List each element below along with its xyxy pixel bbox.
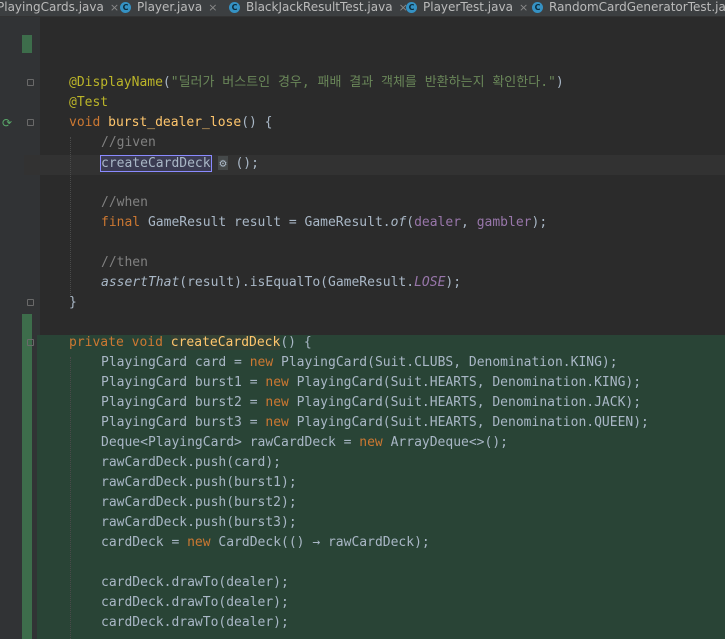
editor-tab-bar: PlayingCards.java × C Player.java × C BlackJ… — [0, 0, 725, 17]
code-line-draw: cardDeck.drawTo(dealer); — [101, 615, 289, 630]
code-line-display-name: @DisplayName("딜러가 버스트인 경우, 패배 결과 객체를 반환하… — [69, 75, 564, 90]
java-class-icon: C — [120, 2, 131, 13]
close-icon[interactable]: × — [110, 1, 119, 14]
code-line-push-burst2: rawCardDeck.push(burst2); — [101, 495, 297, 510]
java-class-icon: C — [229, 2, 240, 13]
code-line-push-card: rawCardDeck.push(card); — [101, 455, 282, 470]
tab-randomcardgeneratortest[interactable]: C RandomCardGeneratorTest.java — [532, 0, 725, 16]
code-line-test-annotation: @Test — [69, 95, 109, 110]
code-line-burst3: PlayingCard burst3 = new PlayingCard(Sui… — [101, 415, 649, 430]
code-line-burst1: PlayingCard burst1 = new PlayingCard(Sui… — [101, 375, 642, 390]
tab-blackjackresulttest[interactable]: C BlackJackResultTest.java × — [229, 0, 408, 16]
close-icon[interactable]: × — [519, 1, 528, 14]
code-line-close-brace: } — [69, 295, 77, 310]
indent-guide — [70, 357, 71, 639]
fold-icon[interactable] — [27, 119, 34, 126]
fold-icon[interactable] — [27, 339, 34, 346]
gear-icon[interactable]: ⚙ — [218, 156, 228, 170]
tab-playertest[interactable]: C PlayerTest.java × — [406, 0, 528, 16]
code-line-draw: cardDeck.drawTo(dealer); — [101, 575, 289, 590]
fold-icon[interactable] — [27, 299, 34, 306]
tab-playingcards[interactable]: PlayingCards.java × — [0, 0, 119, 16]
indent-guide — [70, 137, 71, 297]
code-line-create-call: createCardDeck ⚙ (); — [100, 155, 259, 172]
code-line-private-decl: private void createCardDeck() { — [69, 335, 312, 350]
tab-player[interactable]: C Player.java × — [120, 0, 217, 16]
java-class-icon: C — [532, 2, 543, 13]
change-marker — [22, 35, 32, 53]
code-line-assert: assertThat(result).isEqualTo(GameResult.… — [101, 275, 462, 290]
code-line-push-burst3: rawCardDeck.push(burst3); — [101, 515, 297, 530]
code-line-card: PlayingCard card = new PlayingCard(Suit.… — [101, 355, 618, 370]
code-line-draw: cardDeck.drawTo(dealer); — [101, 595, 289, 610]
inline-rename-box[interactable]: createCardDeck — [100, 155, 212, 172]
code-line-burst2: PlayingCard burst2 = new PlayingCard(Sui… — [101, 395, 642, 410]
java-class-icon: C — [406, 2, 417, 13]
code-line-push-burst1: rawCardDeck.push(burst1); — [101, 475, 297, 490]
code-line-given-comment: //given — [101, 135, 156, 150]
code-line-result-stmt: final GameResult result = GameResult.of(… — [101, 215, 548, 230]
code-editor[interactable]: @DisplayName("딜러가 버스트인 경우, 패배 결과 객체를 반환하… — [40, 17, 725, 639]
change-marker — [22, 314, 32, 639]
code-line-when-comment: //when — [101, 195, 148, 210]
code-line-then-comment: //then — [101, 255, 148, 270]
close-icon[interactable]: × — [208, 1, 217, 14]
code-line-carddeck: cardDeck = new CardDeck(() → rawCardDeck… — [101, 535, 430, 550]
editor-gutter: ⟳ — [0, 17, 40, 639]
code-line-method-signature: void burst_dealer_lose() { — [69, 115, 273, 130]
code-line-deque: Deque<PlayingCard> rawCardDeck = new Arr… — [101, 435, 508, 450]
fold-icon[interactable] — [27, 79, 34, 86]
run-test-icon[interactable]: ⟳ — [2, 116, 16, 130]
